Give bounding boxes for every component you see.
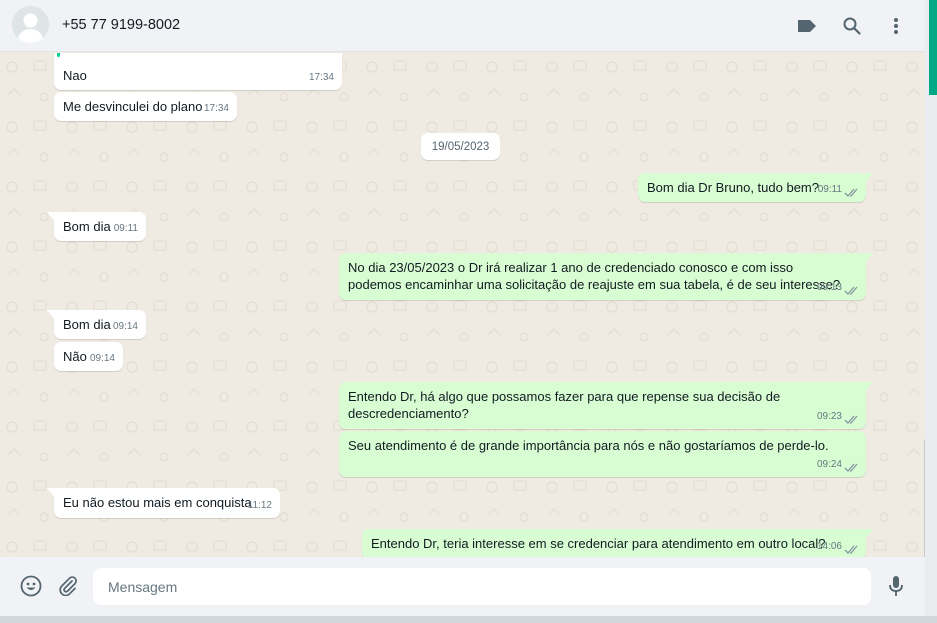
message-text: Me desvinculei do plano — [63, 99, 203, 114]
search-icon[interactable] — [840, 14, 864, 38]
message-text: Entendo Dr, teria interesse em se creden… — [371, 536, 826, 551]
message-time: 17:34 — [203, 103, 229, 114]
window-bottom-edge — [0, 616, 937, 623]
bubble-tail — [865, 382, 873, 392]
message-text: Bom dia Dr Bruno, tudo bem? — [647, 180, 819, 195]
date-separator: 19/05/2023 — [421, 133, 500, 160]
message-bubble-outgoing[interactable]: Entendo Dr, teria interesse em se creden… — [362, 529, 866, 557]
emoji-icon[interactable] — [19, 574, 43, 598]
message-time: 09:11 — [113, 223, 138, 234]
bubble-tail — [865, 529, 873, 539]
message-text: Bom dia — [63, 219, 111, 234]
label-icon[interactable] — [795, 14, 819, 38]
message-text: Seu atendimento é de grande importância … — [348, 438, 829, 453]
chat-scrollbar[interactable] — [924, 439, 925, 557]
message-bubble-incoming[interactable]: Nao 17:34 — [54, 53, 342, 90]
message-bubble-incoming[interactable]: Bom dia 09:11 — [54, 212, 146, 241]
message-time: 17:34 — [308, 72, 334, 83]
microphone-icon[interactable] — [884, 574, 908, 598]
read-ticks-icon — [844, 188, 858, 197]
message-list[interactable]: Nao 17:34 Me desvinculei do plano 17:34 … — [0, 53, 925, 557]
message-bubble-outgoing[interactable]: No dia 23/05/2023 o Dr irá realizar 1 an… — [339, 253, 866, 300]
chat-wallpaper — [0, 53, 925, 557]
contact-name[interactable]: +55 77 9199-8002 — [62, 17, 180, 33]
read-ticks-icon — [844, 545, 858, 554]
message-input[interactable] — [93, 568, 871, 605]
composer-bar — [0, 557, 925, 616]
chat-header: +55 77 9199-8002 — [0, 0, 925, 52]
message-time: 09:23 — [816, 411, 842, 422]
read-ticks-icon — [844, 463, 858, 472]
read-ticks-icon — [844, 286, 858, 295]
message-text: Nao — [63, 68, 87, 83]
menu-icon[interactable] — [884, 14, 908, 38]
message-text: Bom dia — [63, 317, 111, 332]
message-bubble-incoming[interactable]: Eu não estou mais em conquista 11:12 — [54, 488, 280, 518]
message-text: Eu não estou mais em conquista — [63, 495, 252, 510]
message-time: 09:11 — [817, 184, 842, 195]
read-ticks-icon — [844, 415, 858, 424]
message-bubble-incoming[interactable]: Me desvinculei do plano 17:34 — [54, 92, 237, 121]
message-time: 14:06 — [816, 541, 842, 552]
message-time: 09:13 — [816, 282, 842, 293]
quote-bar — [57, 53, 60, 57]
message-bubble-outgoing[interactable]: Bom dia Dr Bruno, tudo bem? 09:11 — [638, 173, 866, 202]
message-bubble-outgoing[interactable]: Entendo Dr, há algo que possamos fazer p… — [339, 382, 866, 429]
message-text: Não — [63, 349, 87, 364]
bubble-tail — [865, 253, 873, 263]
contact-avatar[interactable] — [12, 6, 49, 43]
message-time: 11:12 — [247, 500, 272, 511]
message-time: 09:24 — [816, 459, 842, 470]
message-time: 09:14 — [112, 321, 138, 332]
message-time: 09:14 — [89, 353, 115, 364]
message-text: No dia 23/05/2023 o Dr irá realizar 1 an… — [348, 260, 841, 292]
message-bubble-incoming[interactable]: Bom dia 09:14 — [54, 310, 146, 339]
accent-strip — [929, 0, 937, 95]
message-text: Entendo Dr, há algo que possamos fazer p… — [348, 389, 781, 421]
message-bubble-incoming[interactable]: Não 09:14 — [54, 342, 123, 371]
message-bubble-outgoing[interactable]: Seu atendimento é de grande importância … — [339, 431, 866, 477]
attach-icon[interactable] — [56, 574, 80, 598]
bubble-tail — [865, 173, 873, 183]
